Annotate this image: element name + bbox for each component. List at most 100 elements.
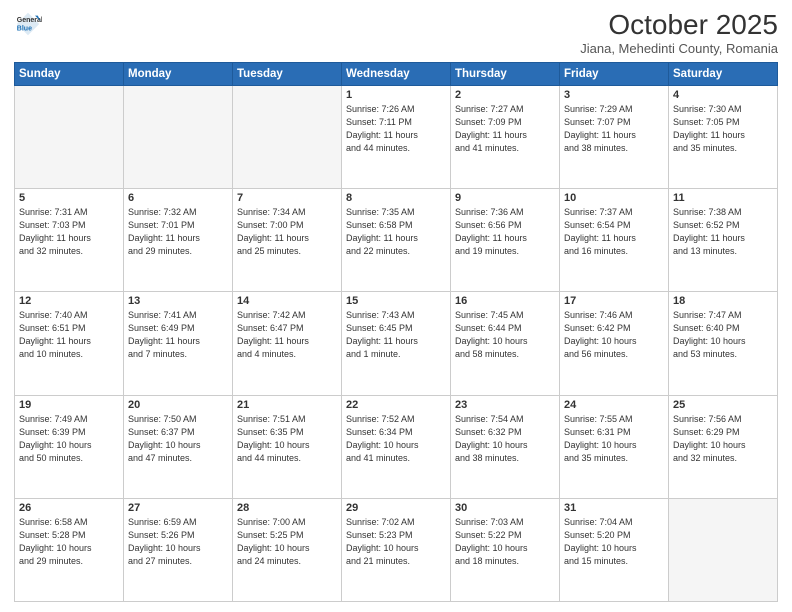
calendar-cell [669, 498, 778, 601]
calendar-cell: 14Sunrise: 7:42 AMSunset: 6:47 PMDayligh… [233, 292, 342, 395]
header-saturday: Saturday [669, 62, 778, 85]
header-monday: Monday [124, 62, 233, 85]
day-info: Sunrise: 7:56 AMSunset: 6:29 PMDaylight:… [673, 413, 773, 465]
day-info: Sunrise: 7:43 AMSunset: 6:45 PMDaylight:… [346, 309, 446, 361]
calendar-cell: 9Sunrise: 7:36 AMSunset: 6:56 PMDaylight… [451, 189, 560, 292]
logo: General Blue [14, 10, 42, 38]
calendar-cell: 15 Sunrise: 7:43 AMSunset: 6:45 PMDayligh… [342, 292, 451, 395]
day-number: 4 [673, 89, 773, 101]
day-number: 17 [564, 295, 664, 307]
day-number: 11 [673, 192, 773, 204]
header: General Blue October 2025 Jiana, Mehedin… [14, 10, 778, 56]
calendar-cell: 5 Sunrise: 7:31 AMSunset: 7:03 PMDaylight… [15, 189, 124, 292]
day-number: 18 [673, 295, 773, 307]
calendar-cell: 27 Sunrise: 6:59 AMSunset: 5:26 PMDayligh… [124, 498, 233, 601]
day-info: Sunrise: 7:03 AMSunset: 5:22 PMDaylight:… [455, 516, 555, 568]
calendar-cell [15, 85, 124, 188]
calendar-cell: 26 Sunrise: 6:58 AMSunset: 5:28 PMDayligh… [15, 498, 124, 601]
day-info: Sunrise: 7:49 AMSunset: 6:39 PMDaylight:… [19, 413, 119, 465]
day-info: Sunrise: 6:58 AMSunset: 5:28 PMDaylight:… [19, 516, 119, 568]
logo-icon: General Blue [14, 10, 42, 38]
day-number: 13 [128, 295, 228, 307]
calendar-cell: 11 Sunrise: 7:38 AMSunset: 6:52 PMDayligh… [669, 189, 778, 292]
day-number: 7 [237, 192, 337, 204]
calendar-cell: 1Sunrise: 7:26 AMSunset: 7:11 PMDaylight… [342, 85, 451, 188]
weekday-header-row: Sunday Monday Tuesday Wednesday Thursday… [15, 62, 778, 85]
calendar-week-row-1: 5 Sunrise: 7:31 AMSunset: 7:03 PMDaylight… [15, 189, 778, 292]
calendar-cell: 24Sunrise: 7:55 AMSunset: 6:31 PMDayligh… [560, 395, 669, 498]
day-number: 3 [564, 89, 664, 101]
calendar-cell: 6Sunrise: 7:32 AMSunset: 7:01 PMDaylight… [124, 189, 233, 292]
calendar-cell: 23 Sunrise: 7:54 AMSunset: 6:32 PMDayligh… [451, 395, 560, 498]
day-info: Sunrise: 7:35 AMSunset: 6:58 PMDaylight:… [346, 206, 446, 258]
day-info: Sunrise: 7:29 AMSunset: 7:07 PMDaylight:… [564, 103, 664, 155]
calendar-cell: 25 Sunrise: 7:56 AMSunset: 6:29 PMDayligh… [669, 395, 778, 498]
day-number: 28 [237, 502, 337, 514]
calendar-week-row-0: 1Sunrise: 7:26 AMSunset: 7:11 PMDaylight… [15, 85, 778, 188]
calendar-cell: 16 Sunrise: 7:45 AMSunset: 6:44 PMDayligh… [451, 292, 560, 395]
day-number: 9 [455, 192, 555, 204]
calendar-cell: 13Sunrise: 7:41 AMSunset: 6:49 PMDayligh… [124, 292, 233, 395]
day-number: 12 [19, 295, 119, 307]
calendar-cell: 22 Sunrise: 7:52 AMSunset: 6:34 PMDayligh… [342, 395, 451, 498]
header-friday: Friday [560, 62, 669, 85]
calendar-cell [124, 85, 233, 188]
day-number: 19 [19, 399, 119, 411]
day-info: Sunrise: 7:02 AMSunset: 5:23 PMDaylight:… [346, 516, 446, 568]
day-number: 30 [455, 502, 555, 514]
day-info: Sunrise: 7:54 AMSunset: 6:32 PMDaylight:… [455, 413, 555, 465]
calendar-cell: 4 Sunrise: 7:30 AMSunset: 7:05 PMDaylight… [669, 85, 778, 188]
title-block: October 2025 Jiana, Mehedinti County, Ro… [580, 10, 778, 56]
day-info: Sunrise: 7:38 AMSunset: 6:52 PMDaylight:… [673, 206, 773, 258]
calendar-cell: 3 Sunrise: 7:29 AMSunset: 7:07 PMDaylight… [560, 85, 669, 188]
day-number: 15 [346, 295, 446, 307]
day-number: 22 [346, 399, 446, 411]
header-wednesday: Wednesday [342, 62, 451, 85]
day-number: 26 [19, 502, 119, 514]
day-number: 2 [455, 89, 555, 101]
day-number: 10 [564, 192, 664, 204]
day-info: Sunrise: 7:46 AMSunset: 6:42 PMDaylight:… [564, 309, 664, 361]
calendar-cell: 8 Sunrise: 7:35 AMSunset: 6:58 PMDaylight… [342, 189, 451, 292]
header-tuesday: Tuesday [233, 62, 342, 85]
calendar-cell: 31 Sunrise: 7:04 AMSunset: 5:20 PMDayligh… [560, 498, 669, 601]
header-thursday: Thursday [451, 62, 560, 85]
day-info: Sunrise: 7:30 AMSunset: 7:05 PMDaylight:… [673, 103, 773, 155]
day-number: 20 [128, 399, 228, 411]
svg-text:Blue: Blue [17, 25, 32, 32]
day-info: Sunrise: 7:50 AMSunset: 6:37 PMDaylight:… [128, 413, 228, 465]
day-info: Sunrise: 7:45 AMSunset: 6:44 PMDaylight:… [455, 309, 555, 361]
day-number: 29 [346, 502, 446, 514]
calendar-cell: 17 Sunrise: 7:46 AMSunset: 6:42 PMDayligh… [560, 292, 669, 395]
calendar-cell: 29 Sunrise: 7:02 AMSunset: 5:23 PMDayligh… [342, 498, 451, 601]
day-number: 5 [19, 192, 119, 204]
day-number: 31 [564, 502, 664, 514]
day-number: 8 [346, 192, 446, 204]
day-info: Sunrise: 6:59 AMSunset: 5:26 PMDaylight:… [128, 516, 228, 568]
day-number: 25 [673, 399, 773, 411]
day-info: Sunrise: 7:55 AMSunset: 6:31 PMDaylight:… [564, 413, 664, 465]
calendar-cell [233, 85, 342, 188]
day-info: Sunrise: 7:52 AMSunset: 6:34 PMDaylight:… [346, 413, 446, 465]
calendar-week-row-2: 12 Sunrise: 7:40 AMSunset: 6:51 PMDayligh… [15, 292, 778, 395]
day-number: 27 [128, 502, 228, 514]
calendar-cell: 21Sunrise: 7:51 AMSunset: 6:35 PMDayligh… [233, 395, 342, 498]
day-info: Sunrise: 7:47 AMSunset: 6:40 PMDaylight:… [673, 309, 773, 361]
calendar-cell: 18 Sunrise: 7:47 AMSunset: 6:40 PMDayligh… [669, 292, 778, 395]
month-title: October 2025 [580, 10, 778, 41]
day-info: Sunrise: 7:31 AMSunset: 7:03 PMDaylight:… [19, 206, 119, 258]
day-info: Sunrise: 7:37 AMSunset: 6:54 PMDaylight:… [564, 206, 664, 258]
day-number: 23 [455, 399, 555, 411]
calendar-cell: 7Sunrise: 7:34 AMSunset: 7:00 PMDaylight… [233, 189, 342, 292]
calendar-cell: 20 Sunrise: 7:50 AMSunset: 6:37 PMDayligh… [124, 395, 233, 498]
calendar-table: Sunday Monday Tuesday Wednesday Thursday… [14, 62, 778, 602]
day-info: Sunrise: 7:42 AMSunset: 6:47 PMDaylight:… [237, 309, 337, 361]
day-number: 6 [128, 192, 228, 204]
day-info: Sunrise: 7:26 AMSunset: 7:11 PMDaylight:… [346, 103, 446, 155]
calendar-cell: 2Sunrise: 7:27 AMSunset: 7:09 PMDaylight… [451, 85, 560, 188]
day-info: Sunrise: 7:40 AMSunset: 6:51 PMDaylight:… [19, 309, 119, 361]
calendar-week-row-4: 26 Sunrise: 6:58 AMSunset: 5:28 PMDayligh… [15, 498, 778, 601]
day-info: Sunrise: 7:04 AMSunset: 5:20 PMDaylight:… [564, 516, 664, 568]
day-info: Sunrise: 7:00 AMSunset: 5:25 PMDaylight:… [237, 516, 337, 568]
day-number: 16 [455, 295, 555, 307]
